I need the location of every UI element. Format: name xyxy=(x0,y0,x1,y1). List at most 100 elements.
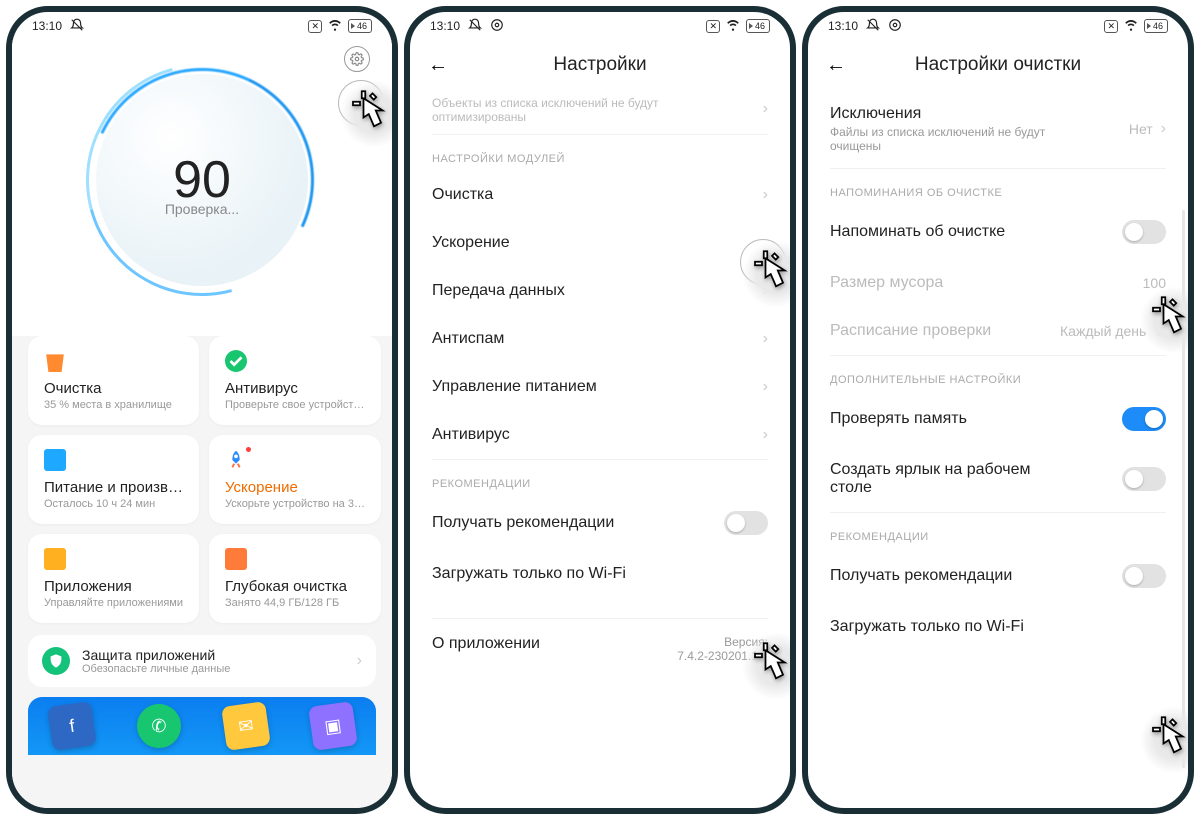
battery-indicator: 46 xyxy=(348,19,372,33)
battery-icon xyxy=(44,449,66,471)
card-sub: Управляйте приложениями xyxy=(44,597,183,609)
app-protection-banner[interactable]: Защита приложений Обезопасьте личные дан… xyxy=(28,635,376,687)
folder-icon xyxy=(44,548,66,570)
selection-ring xyxy=(740,239,786,285)
section-reminders: НАПОМИНАНИЯ ОБ ОЧИСТКЕ xyxy=(808,169,1188,205)
chevron-right-icon: › xyxy=(763,426,768,444)
item-data[interactable]: Передача данных› xyxy=(410,267,790,315)
toggle-shortcut[interactable] xyxy=(1122,467,1166,491)
statusbar: 13:10 ✕ 46 xyxy=(808,12,1188,40)
settings-button[interactable] xyxy=(344,46,370,72)
item-wifi-only[interactable]: Загружать только по Wi-Fi xyxy=(808,603,1188,651)
card-sub: Занято 44,9 ГБ/128 ГБ xyxy=(225,597,365,609)
item-trash-size[interactable]: Размер мусора100 xyxy=(808,259,1188,307)
card-sub: Ускорьте устройство на 3… xyxy=(225,498,365,510)
page-header: ← Настройки xyxy=(410,40,790,90)
phone-settings: 13:10 ✕ 46 ← Настройки Объекты из списка… xyxy=(404,6,796,814)
toggle-recommendations[interactable] xyxy=(724,511,768,535)
card-apps[interactable]: Приложения Управляйте приложениями xyxy=(28,534,199,623)
wifi-icon xyxy=(726,18,740,35)
phone-clean-settings: 13:10 ✕ 46 ← Настройки очистки Исключени… xyxy=(802,6,1194,814)
card-title: Глубокая очистка xyxy=(225,578,365,595)
card-sub: 35 % места в хранилище xyxy=(44,399,183,411)
card-title: Антивирус xyxy=(225,380,365,397)
bell-off-icon xyxy=(866,18,880,35)
gear-icon xyxy=(490,18,504,35)
item-boost[interactable]: Ускорение xyxy=(410,219,790,267)
status-time: 13:10 xyxy=(430,19,460,33)
toggle-remind[interactable] xyxy=(1122,220,1166,244)
scrollbar[interactable] xyxy=(1182,210,1185,768)
item-power[interactable]: Управление питанием› xyxy=(410,363,790,411)
promo-whatsapp-icon: ✆ xyxy=(134,701,184,751)
gear-icon xyxy=(888,18,902,35)
item-schedule[interactable]: Расписание проверкиКаждый день⇅ xyxy=(808,307,1188,355)
about-label: О приложении xyxy=(432,635,540,663)
exclusions-note[interactable]: Объекты из списка исключений не будут оп… xyxy=(410,90,790,134)
card-antivirus[interactable]: Антивирус Проверьте свое устройст… xyxy=(209,336,381,425)
card-title: Приложения xyxy=(44,578,183,595)
value: Нет xyxy=(1129,121,1153,137)
item-remind[interactable]: Напоминать об очистке xyxy=(808,205,1188,259)
toggle-recommendations[interactable] xyxy=(1122,564,1166,588)
optimization-gauge[interactable]: 90 Проверка... xyxy=(72,50,332,310)
card-title: Питание и произв… xyxy=(44,479,183,496)
chevron-right-icon: › xyxy=(763,186,768,204)
back-button[interactable]: ← xyxy=(428,54,448,77)
item-exclusions[interactable]: Исключения Файлы из списка исключений не… xyxy=(808,90,1188,168)
back-button[interactable]: ← xyxy=(826,54,846,77)
promo-facebook-icon: f xyxy=(47,701,97,751)
card-title: Очистка xyxy=(44,380,183,397)
updown-icon: ⇅ xyxy=(1154,323,1166,340)
item-check-memory[interactable]: Проверять память xyxy=(808,392,1188,446)
value: Каждый день xyxy=(1060,323,1146,339)
battery-indicator: 46 xyxy=(1144,19,1168,33)
section-extra: ДОПОЛНИТЕЛЬНЫЕ НАСТРОЙКИ xyxy=(808,356,1188,392)
bell-off-icon xyxy=(468,18,482,35)
gauge-label: Проверка... xyxy=(165,201,239,217)
section-recommendations: РЕКОМЕНДАЦИИ xyxy=(808,513,1188,549)
section-recommendations: РЕКОМЕНДАЦИИ xyxy=(410,460,790,496)
version-label: Версия: xyxy=(677,635,768,649)
item-antispam[interactable]: Антиспам› xyxy=(410,315,790,363)
section-modules: НАСТРОЙКИ МОДУЛЕЙ xyxy=(410,135,790,171)
chevron-right-icon: › xyxy=(357,652,362,670)
card-power[interactable]: Питание и произв… Осталось 10 ч 24 мин xyxy=(28,435,199,524)
toggle-check-memory[interactable] xyxy=(1122,407,1166,431)
check-icon xyxy=(225,350,247,372)
shield-icon xyxy=(42,647,70,675)
no-sim-icon: ✕ xyxy=(1104,20,1118,33)
card-clean[interactable]: Очистка 35 % места в хранилище xyxy=(28,336,199,425)
selection-ring xyxy=(338,80,384,126)
item-recommendations[interactable]: Получать рекомендации xyxy=(410,496,790,550)
wifi-icon xyxy=(328,18,342,35)
card-title: Ускорение xyxy=(225,479,365,496)
value: 100 xyxy=(1143,275,1166,291)
item-antivirus[interactable]: Антивирус› xyxy=(410,411,790,459)
page-header: ← Настройки очистки xyxy=(808,40,1188,90)
card-sub: Осталось 10 ч 24 мин xyxy=(44,498,183,510)
status-time: 13:10 xyxy=(32,19,62,33)
item-recommendations[interactable]: Получать рекомендации xyxy=(808,549,1188,603)
status-time: 13:10 xyxy=(828,19,858,33)
promo-gallery-icon: ▣ xyxy=(308,701,358,751)
page-title: Настройки xyxy=(553,54,646,76)
item-about[interactable]: О приложении Версия:7.4.2-230201.1.2 xyxy=(410,619,790,679)
card-deep-clean[interactable]: Глубокая очистка Занято 44,9 ГБ/128 ГБ xyxy=(209,534,381,623)
item-shortcut[interactable]: Создать ярлык на рабочем столе xyxy=(808,446,1188,512)
broom-icon xyxy=(225,548,247,570)
statusbar: 13:10 ✕ 46 xyxy=(410,12,790,40)
promo-strip[interactable]: f ✆ ✉ ▣ xyxy=(28,697,376,755)
item-wifi-only[interactable]: Загружать только по Wi-Fi xyxy=(410,550,790,598)
no-sim-icon: ✕ xyxy=(308,20,322,33)
item-clean[interactable]: Очистка› xyxy=(410,171,790,219)
chevron-right-icon: › xyxy=(763,330,768,348)
card-boost[interactable]: Ускорение Ускорьте устройство на 3… xyxy=(209,435,381,524)
bell-off-icon xyxy=(70,18,84,35)
rocket-icon xyxy=(225,449,247,471)
banner-title: Защита приложений xyxy=(82,647,345,663)
chevron-right-icon: › xyxy=(763,378,768,396)
battery-indicator: 46 xyxy=(746,19,770,33)
banner-sub: Обезопасьте личные данные xyxy=(82,663,345,675)
phone-home: 13:10 ✕ 46 90 Проверка... xyxy=(6,6,398,814)
